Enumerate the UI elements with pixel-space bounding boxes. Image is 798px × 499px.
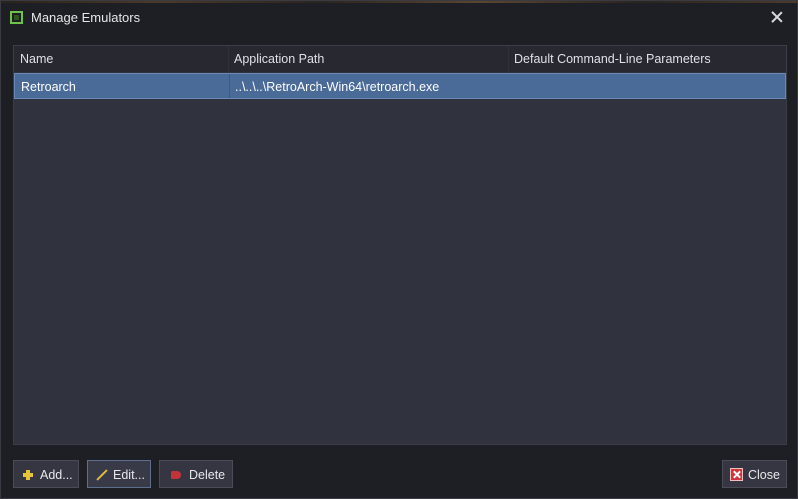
cell-application-path: ..\..\..\RetroArch-Win64\retroarch.exe: [235, 80, 440, 94]
column-header-name[interactable]: Name: [20, 52, 53, 66]
close-icon[interactable]: [767, 7, 787, 27]
column-header-application-path[interactable]: Application Path: [234, 52, 324, 66]
table-row[interactable]: Retroarch ..\..\..\RetroArch-Win64\retro…: [14, 73, 786, 99]
close-x-icon: [730, 468, 743, 481]
column-header-default-parameters[interactable]: Default Command-Line Parameters: [514, 52, 711, 66]
column-divider[interactable]: [228, 46, 229, 72]
add-plus-icon: [22, 469, 34, 481]
add-button[interactable]: Add...: [13, 460, 79, 488]
table-header: Name Application Path Default Command-Li…: [14, 46, 786, 72]
title-bar: Manage Emulators: [1, 3, 798, 33]
emulator-chip-icon: [10, 11, 23, 24]
window-title: Manage Emulators: [31, 10, 141, 25]
delete-icon: [170, 469, 182, 481]
edit-button[interactable]: Edit...: [87, 460, 151, 488]
close-button-label: Close: [748, 468, 780, 482]
edit-button-label: Edit...: [113, 468, 145, 482]
pencil-icon: [96, 469, 108, 481]
cell-divider: [229, 74, 230, 98]
add-button-label: Add...: [40, 468, 73, 482]
column-divider[interactable]: [508, 46, 509, 72]
cell-name: Retroarch: [21, 80, 76, 94]
manage-emulators-dialog: Manage Emulators Name Application Path D…: [0, 0, 798, 499]
delete-button[interactable]: Delete: [159, 460, 233, 488]
emulators-table[interactable]: Name Application Path Default Command-Li…: [13, 45, 787, 445]
delete-button-label: Delete: [189, 468, 226, 482]
close-button[interactable]: Close: [722, 460, 787, 488]
